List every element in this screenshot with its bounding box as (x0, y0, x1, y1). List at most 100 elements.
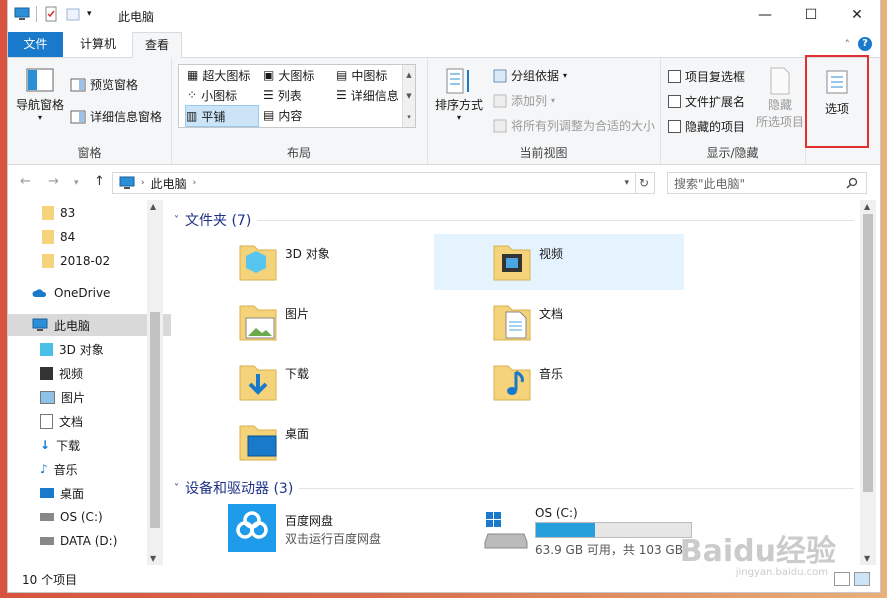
folder-tile-documents[interactable]: 文档 (434, 294, 684, 350)
search-icon[interactable] (846, 177, 858, 189)
folder-tile-3d-objects[interactable]: 3D 对象 (180, 234, 430, 290)
fit-columns-button[interactable]: 将所有列调整为合适的大小 (493, 117, 655, 134)
hide-selected-button[interactable]: 隐藏 所选项目 (754, 66, 806, 130)
group-label-layout: 布局 (286, 146, 311, 160)
breadcrumb-separator-icon: › (192, 178, 197, 188)
layout-extra-large-icons[interactable]: ▦ 超大图标 (187, 65, 250, 85)
tiles-icon: ▥ (186, 109, 198, 123)
maximize-button[interactable]: ☐ (788, 0, 834, 30)
folder-tile-videos[interactable]: 视频 (434, 234, 684, 290)
file-extensions-checkbox[interactable] (668, 95, 681, 108)
refresh-button[interactable]: ↻ (634, 172, 655, 194)
folder-icon (42, 230, 54, 244)
quick-access-toolbar: ▾ (14, 6, 92, 22)
nav-pane-scroll-thumb[interactable] (150, 312, 160, 528)
details-pane-button[interactable]: 详细信息窗格 (70, 108, 162, 125)
tab-view[interactable]: 查看 (132, 32, 183, 59)
search-box[interactable]: 搜索"此电脑" (667, 172, 867, 194)
item-checkboxes-checkbox[interactable] (668, 70, 681, 83)
layout-content[interactable]: ▤ 内容 (263, 105, 302, 125)
explorer-window: ▾ 此电脑 — ☐ ✕ 文件 计算机 查看 ˄ ? 导航窗格 ▾ 预览窗格 详细… (8, 0, 880, 592)
preview-pane-button[interactable]: 预览窗格 (70, 76, 138, 93)
large-icons-view-button[interactable] (854, 572, 870, 586)
devices-section-header[interactable]: ˅ 设备和驱动器 (3) (174, 478, 854, 498)
minimize-button[interactable]: — (742, 0, 788, 30)
help-icon[interactable]: ? (858, 37, 872, 51)
folder-tile-desktop[interactable]: 桌面 (180, 414, 430, 470)
hidden-items-toggle[interactable]: 隐藏的项目 (668, 118, 745, 135)
folder-tile-downloads[interactable]: 下载 (180, 354, 430, 410)
drive-c-usage-fill (536, 523, 595, 537)
folder-tile-music[interactable]: 音乐 (434, 354, 684, 410)
scroll-up-icon[interactable]: ▲ (864, 202, 870, 211)
device-tile-drive-c[interactable]: OS (C:) 63.9 GB 可用，共 103 GB (434, 502, 694, 558)
group-by-button[interactable]: 分组依据 ▾ (493, 67, 567, 84)
nav-pane-button[interactable]: 导航窗格 ▾ (16, 66, 64, 122)
ribbon: 导航窗格 ▾ 预览窗格 详细信息窗格 窗格 布局 ▦ 超大图标 ▣ 大图标 ▤ 中图标… (8, 58, 880, 165)
properties-icon[interactable] (43, 6, 59, 22)
add-columns-button[interactable]: 添加列 ▾ (493, 92, 555, 109)
group-show-hide: 项目复选框 文件扩展名 隐藏的项目 隐藏 所选项目 显示/隐藏 (660, 58, 806, 164)
group-label-show-hide: 显示/隐藏 (706, 146, 759, 160)
folder-icon (42, 206, 54, 220)
preview-pane-icon (70, 78, 86, 91)
layout-small-icons[interactable]: ⁘ 小图标 (187, 85, 237, 105)
navigation-bar: ← → ▾ ↑ › 此电脑 › ▾ ↻ 搜索"此电脑" (8, 170, 880, 196)
back-button[interactable]: ← (20, 174, 31, 189)
group-panes: 导航窗格 ▾ 预览窗格 详细信息窗格 窗格 (8, 58, 172, 164)
large-icons-icon: ▣ (263, 68, 275, 82)
cube-icon (40, 342, 53, 356)
details-view-button[interactable] (834, 572, 850, 586)
scroll-up-icon[interactable]: ▲ (150, 202, 156, 211)
folders-section-header[interactable]: ˅ 文件夹 (7) (174, 210, 854, 230)
layout-medium-icons[interactable]: ▤ 中图标 (336, 65, 387, 85)
folder-icon (42, 254, 54, 268)
drive-icon (40, 513, 54, 521)
recent-locations-button[interactable]: ▾ (74, 178, 79, 188)
nav-pane-scrollbar[interactable]: ▲ ▼ (147, 200, 163, 565)
address-bar[interactable]: › 此电脑 › ▾ (112, 172, 636, 194)
baidu-netdisk-name: 百度网盘 (285, 514, 334, 528)
breadcrumb-this-pc[interactable]: 此电脑 (151, 175, 187, 192)
sort-by-button[interactable]: 排序方式 ▾ (433, 66, 485, 122)
content-scroll-thumb[interactable] (863, 214, 873, 492)
hidden-items-checkbox[interactable] (668, 120, 681, 133)
drive-c-name: OS (C:) (535, 506, 578, 520)
forward-button[interactable]: → (48, 174, 59, 189)
music-note-icon: ♪ (40, 462, 48, 476)
windows-drive-icon (484, 512, 528, 549)
layout-list[interactable]: ☰ 列表 (263, 85, 302, 105)
layout-large-icons[interactable]: ▣ 大图标 (263, 65, 314, 85)
scroll-down-icon[interactable]: ▼ (864, 554, 870, 563)
up-button[interactable]: ↑ (94, 174, 105, 189)
details-icon: ☰ (336, 88, 347, 102)
scroll-down-icon[interactable]: ▼ (150, 554, 156, 563)
file-extensions-toggle[interactable]: 文件扩展名 (668, 93, 745, 110)
drive-c-space: 63.9 GB 可用，共 103 GB (535, 543, 683, 557)
computer-icon (32, 318, 48, 331)
layout-gallery-scroll[interactable]: ▲ ▼ ▾ (402, 65, 415, 127)
chevron-down-icon[interactable]: ▾ (87, 9, 92, 19)
layout-tiles[interactable]: ▥ 平铺 (185, 105, 259, 127)
collapse-chevron-icon[interactable]: ˅ (174, 483, 179, 494)
folder-tile-pictures[interactable]: 图片 (180, 294, 430, 350)
title-bar: ▾ 此电脑 — ☐ ✕ (8, 0, 880, 32)
layout-details[interactable]: ☰ 详细信息 (336, 85, 399, 105)
collapse-chevron-icon[interactable]: ˅ (174, 215, 179, 226)
tab-file[interactable]: 文件 (8, 32, 63, 57)
item-checkboxes-toggle[interactable]: 项目复选框 (668, 68, 745, 85)
collapse-ribbon-icon[interactable]: ˄ (845, 38, 851, 51)
device-tile-baidu-netdisk[interactable]: 百度网盘 双击运行百度网盘 (180, 502, 430, 558)
search-input[interactable]: 搜索"此电脑" (674, 175, 745, 192)
new-folder-icon[interactable] (65, 6, 81, 22)
content-icon: ▤ (263, 108, 275, 122)
close-button[interactable]: ✕ (834, 0, 880, 30)
group-label-current-view: 当前视图 (519, 146, 568, 160)
tab-computer[interactable]: 计算机 (68, 32, 128, 57)
computer-icon[interactable] (14, 6, 30, 22)
breadcrumb-separator-icon: › (141, 178, 145, 188)
content-scrollbar[interactable]: ▲ ▼ (860, 200, 876, 565)
fit-columns-icon (493, 119, 507, 132)
address-dropdown-icon[interactable]: ▾ (624, 178, 629, 188)
baidu-watermark-url: jingyan.baidu.com (735, 567, 828, 578)
